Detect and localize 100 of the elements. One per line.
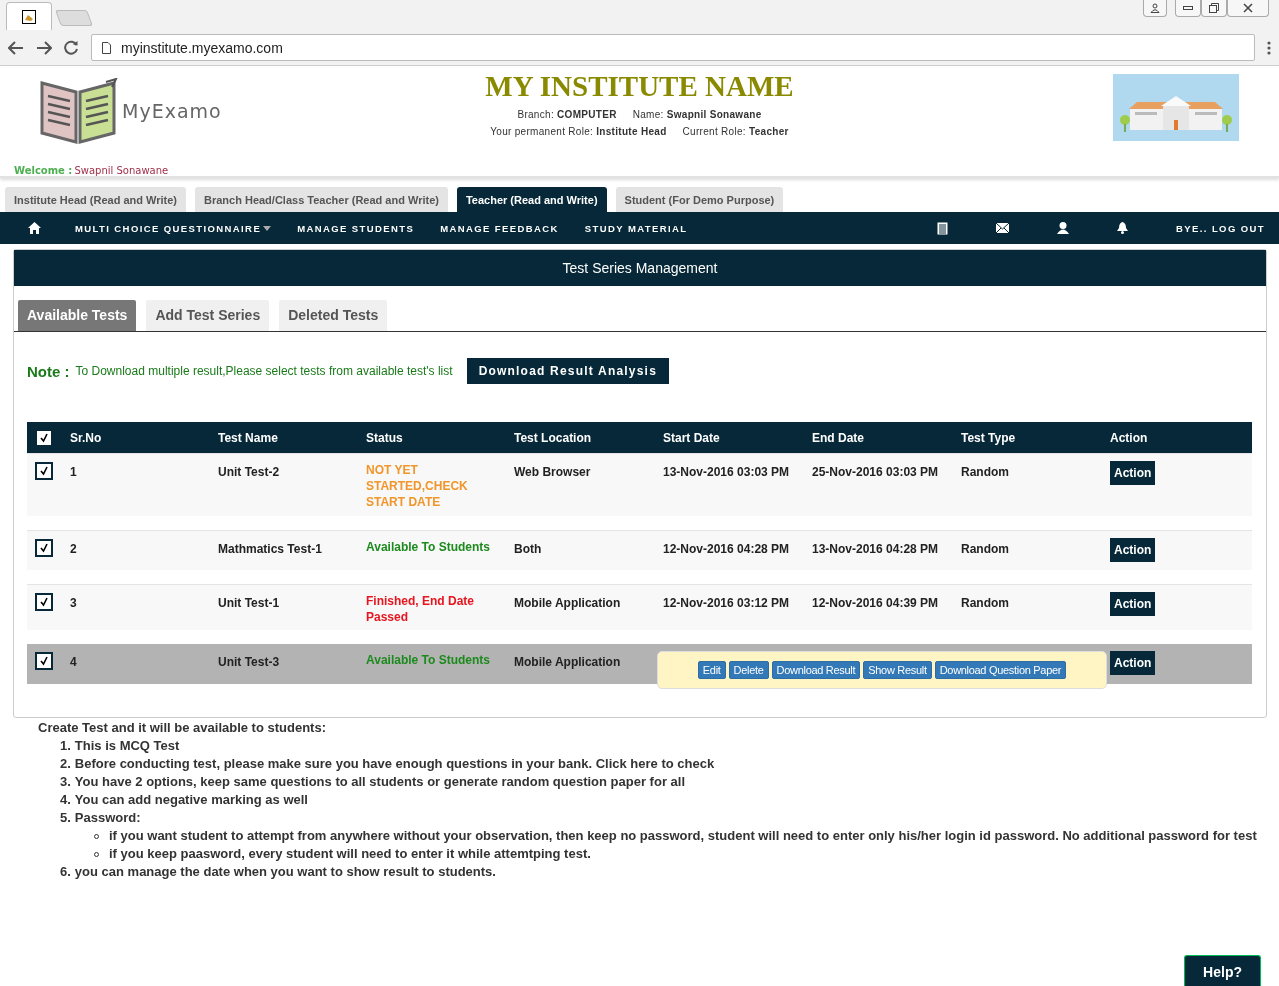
table-cell-text: Unit Test-2	[218, 465, 281, 479]
panel-tab[interactable]: Add Test Series	[146, 300, 270, 331]
note-label: Note :	[27, 362, 70, 380]
instruction-text: You can add negative marking as well	[74, 791, 308, 809]
role-tab[interactable]: Institute Head (Read and Write)	[5, 187, 186, 212]
note-text: To Download multiple result,Please select tests from available test's list	[75, 364, 453, 378]
table-cell-text: Random	[961, 542, 1010, 556]
menu-button[interactable]: Delete	[728, 661, 769, 679]
instruction-text: if you keep paasword, every student will need to enter it while attemtping test.	[109, 845, 591, 863]
action-button[interactable]: Action	[1110, 461, 1156, 485]
instruction-text: Before conducting test, please make sure you have enough questions in your bank. Click here to check	[74, 755, 715, 773]
instruction-text: you can manage the date when you want to show result to students.	[74, 863, 496, 881]
back-icon[interactable]	[8, 40, 24, 55]
minimize-icon	[1183, 6, 1193, 10]
select-all-checkbox[interactable]	[35, 428, 53, 447]
table-cell-text: Unit Test-3	[218, 655, 281, 669]
minimize-button[interactable]	[1175, 0, 1201, 17]
menu-button[interactable]: Show Result	[863, 661, 932, 679]
info-text: Current Role: Teacher	[682, 126, 789, 137]
table-row[interactable]: 1 Unit Test-2 NOT YET STARTED,CHECK START DATE Web Browser 13-Nov-2016 03:03 PM 25-Nov-2016 03:03 PM Random Action	[27, 453, 1252, 516]
checkmark-icon	[39, 543, 49, 553]
panel-tab[interactable]: Deleted Tests	[279, 300, 388, 331]
menu-button[interactable]: Download Question Paper	[934, 661, 1067, 679]
bell-icon[interactable]	[1117, 222, 1129, 234]
list-icon[interactable]	[937, 221, 949, 235]
user-icon[interactable]	[1057, 222, 1070, 234]
status-text: Available To Students	[366, 652, 492, 668]
menu-button[interactable]: Edit	[697, 661, 726, 679]
menu-button[interactable]: Download Result	[771, 661, 861, 679]
list-number: 5.	[60, 809, 71, 827]
row-checkbox[interactable]	[35, 539, 53, 557]
action-button[interactable]: Action	[1110, 538, 1156, 562]
menu-icon[interactable]	[1267, 40, 1271, 55]
row-checkbox[interactable]	[35, 462, 53, 480]
table-cell-text: 12-Nov-2016 03:12 PM	[663, 596, 791, 610]
person-icon	[1150, 3, 1160, 13]
instructions-intro: Create Test and it will be available to students:	[38, 719, 327, 737]
info-text: Branch: COMPUTER	[517, 109, 617, 120]
restore-button[interactable]	[1201, 0, 1227, 17]
list-number: 4.	[60, 791, 71, 809]
column-header: Test Type	[961, 430, 1017, 445]
action-button[interactable]: Action	[1110, 651, 1156, 675]
column-header: Test Location	[514, 430, 593, 445]
mail-icon[interactable]	[996, 223, 1010, 233]
browser-tab[interactable]	[6, 2, 52, 30]
table-cell-text: Random	[961, 596, 1010, 610]
table-cell-text: Mathmatics Test-1	[218, 542, 323, 556]
column-header: Test Name	[218, 430, 279, 445]
table-cell-text: Mobile Application	[514, 655, 622, 669]
instruction-text: if you want student to attempt from anywhere without your observation, then keep no password, student will need to enter only his/her login id password. No additional password for test	[109, 827, 1257, 845]
instruction-text: This is MCQ Test	[74, 737, 180, 755]
table-cell-text: Both	[514, 542, 543, 556]
book-logo-icon	[40, 78, 118, 144]
table-cell-text: Web Browser	[514, 465, 592, 479]
table-row[interactable]: 2 Mathmatics Test-1 Available To Students Both 12-Nov-2016 04:28 PM 13-Nov-2016 04:28 PM Random Action	[27, 530, 1252, 570]
help-button[interactable]: Help?	[1184, 955, 1261, 986]
table-cell-text: Random	[961, 465, 1010, 479]
panel-tab[interactable]: Available Tests	[18, 300, 137, 331]
row-checkbox[interactable]	[35, 593, 53, 611]
table-cell-text: 13-Nov-2016 04:28 PM	[812, 542, 940, 556]
welcome-label: Welcome :	[14, 165, 73, 176]
nav-item[interactable]: MANAGE STUDENTS	[297, 222, 415, 234]
list-number: 3.	[60, 773, 71, 791]
column-header: Start Date	[663, 430, 721, 445]
action-button[interactable]: Action	[1110, 592, 1156, 616]
nav-item[interactable]: MANAGE FEEDBACK	[440, 222, 559, 234]
nav-item[interactable]: MULTI CHOICE QUESTIONNAIRE	[75, 222, 272, 234]
close-button[interactable]	[1227, 0, 1269, 17]
table-cell-text: 1	[70, 465, 78, 479]
status-text: NOT YET STARTED,CHECK START DATE	[366, 462, 469, 510]
role-tab[interactable]: Student (For Demo Purpose)	[615, 187, 784, 212]
checkmark-icon	[39, 466, 49, 476]
column-header: Status	[366, 430, 404, 445]
home-icon[interactable]	[28, 222, 41, 234]
table-cell-text: Unit Test-1	[218, 596, 281, 610]
column-header: Sr.No	[70, 430, 103, 445]
url-text: myinstitute.myexamo.com	[121, 39, 283, 56]
profile-button[interactable]	[1143, 0, 1167, 17]
download-analysis-button[interactable]: Download Result Analysis	[466, 358, 669, 384]
table-cell-text: 25-Nov-2016 03:03 PM	[812, 465, 940, 479]
list-number: 1.	[60, 737, 71, 755]
favicon-icon	[22, 9, 36, 24]
address-bar[interactable]: myinstitute.myexamo.com	[91, 34, 1255, 61]
role-tab[interactable]: Branch Head/Class Teacher (Read and Write)	[195, 187, 448, 212]
table-cell-text: 3	[70, 596, 78, 610]
nav-item[interactable]: STUDY MATERIAL	[584, 222, 688, 234]
forward-icon[interactable]	[36, 40, 52, 55]
table-cell-text: 4	[70, 655, 78, 669]
user-name: Swapnil Sonawane	[74, 165, 169, 176]
restore-icon	[1209, 3, 1219, 13]
reload-icon[interactable]	[64, 40, 79, 55]
row-checkbox[interactable]	[35, 652, 53, 670]
table-cell-text: 12-Nov-2016 04:28 PM	[663, 542, 791, 556]
role-tab[interactable]: Teacher (Read and Write)	[456, 187, 607, 212]
logout-link[interactable]: BYE.. LOG OUT	[1176, 222, 1265, 234]
checkmark-icon	[39, 597, 49, 607]
table-row[interactable]: 3 Unit Test-1 Finished, End Date Passed Mobile Application 12-Nov-2016 03:12 PM 12-Nov-2016 04:39 PM Random Action	[27, 584, 1252, 630]
checkmark-icon	[39, 432, 49, 443]
checkmark-icon	[39, 656, 49, 666]
page-icon	[102, 41, 111, 54]
